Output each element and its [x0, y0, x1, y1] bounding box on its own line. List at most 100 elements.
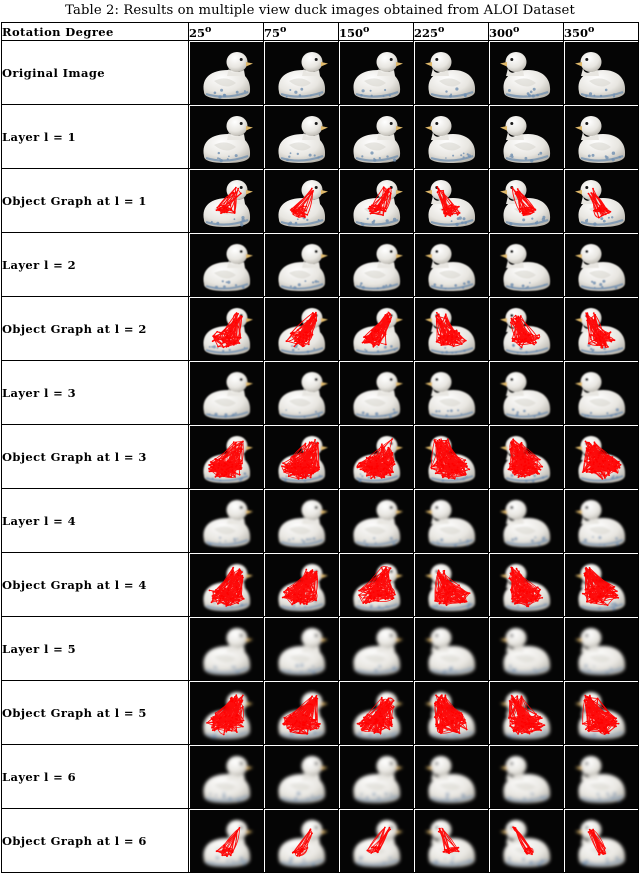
duck-image-cell-r9-c5	[563, 616, 639, 681]
duck-photo-image	[489, 105, 563, 168]
duck-image-cell-r3-c1	[263, 232, 339, 297]
duck-image-cell-r3-c4	[488, 232, 564, 297]
table-head: Rotation Degree 25o 75o 150o 225o 300o 3…	[1, 22, 639, 41]
duck-image-cell-r3-c0	[188, 232, 264, 297]
duck-image-cell-r0-c2	[338, 40, 414, 105]
duck-image-cell-r8-c1	[263, 552, 339, 617]
duck-image-cell-r8-c0	[188, 552, 264, 617]
duck-photo-image	[414, 489, 488, 552]
row-label-2: Object Graph at l = 1	[1, 168, 189, 233]
duck-image-cell-r11-c1	[263, 744, 339, 809]
duck-image-cell-r7-c3	[413, 488, 489, 553]
duck-image-cell-r7-c0	[188, 488, 264, 553]
table-row: Object Graph at l = 3	[1, 424, 639, 489]
duck-image-cell-r7-c5	[563, 488, 639, 553]
object-graph-image	[489, 169, 563, 232]
duck-image-cell-r5-c0	[188, 360, 264, 425]
object-graph-image	[339, 681, 413, 744]
duck-image-cell-r11-c5	[563, 744, 639, 809]
duck-image-cell-r6-c2	[338, 424, 414, 489]
column-header-2: 150o	[338, 22, 414, 41]
duck-image-cell-r3-c5	[563, 232, 639, 297]
duck-photo-image	[489, 233, 563, 296]
duck-image-cell-r1-c2	[338, 104, 414, 169]
table-row: Layer l = 4	[1, 488, 639, 553]
degree-symbol-0: o	[205, 23, 212, 35]
duck-image-cell-r5-c5	[563, 360, 639, 425]
duck-photo-image	[189, 361, 263, 424]
duck-image-cell-r0-c4	[488, 40, 564, 105]
duck-image-cell-r5-c4	[488, 360, 564, 425]
table-row: Layer l = 3	[1, 360, 639, 425]
duck-photo-image	[264, 617, 338, 680]
object-graph-image	[414, 169, 488, 232]
table-row: Original Image	[1, 40, 639, 105]
object-graph-image	[414, 553, 488, 616]
table-row: Object Graph at l = 1	[1, 168, 639, 233]
duck-image-cell-r1-c3	[413, 104, 489, 169]
row-label-10: Object Graph at l = 5	[1, 680, 189, 745]
duck-image-cell-r8-c4	[488, 552, 564, 617]
duck-image-cell-r9-c3	[413, 616, 489, 681]
paper-figure-page: Table 2: Results on multiple view duck i…	[0, 0, 640, 873]
duck-image-cell-r1-c4	[488, 104, 564, 169]
duck-image-cell-r4-c0	[188, 296, 264, 361]
object-graph-image	[189, 169, 263, 232]
object-graph-image	[489, 681, 563, 744]
duck-photo-image	[264, 233, 338, 296]
duck-photo-image	[339, 745, 413, 808]
column-header-label-5: 350	[564, 25, 589, 40]
duck-image-cell-r6-c0	[188, 424, 264, 489]
duck-photo-image	[564, 233, 638, 296]
object-graph-image	[414, 297, 488, 360]
duck-photo-image	[189, 617, 263, 680]
duck-image-cell-r9-c4	[488, 616, 564, 681]
duck-photo-image	[339, 617, 413, 680]
duck-photo-image	[414, 105, 488, 168]
row-label-4: Object Graph at l = 2	[1, 296, 189, 361]
duck-photo-image	[264, 745, 338, 808]
object-graph-image	[264, 681, 338, 744]
duck-photo-image	[339, 41, 413, 104]
object-graph-image	[564, 681, 638, 744]
duck-photo-image	[564, 489, 638, 552]
table-row: Object Graph at l = 2	[1, 296, 639, 361]
duck-photo-image	[189, 745, 263, 808]
degree-symbol-5: o	[588, 23, 595, 35]
table-row: Object Graph at l = 5	[1, 680, 639, 745]
table-row: Layer l = 2	[1, 232, 639, 297]
object-graph-image	[489, 297, 563, 360]
duck-image-cell-r4-c2	[338, 296, 414, 361]
table-body: Original Image Layer l = 1 Object Graph at…	[1, 40, 639, 873]
object-graph-image	[339, 553, 413, 616]
duck-image-cell-r11-c0	[188, 744, 264, 809]
duck-photo-image	[414, 41, 488, 104]
duck-image-cell-r12-c1	[263, 808, 339, 873]
column-header-label-3: 225	[414, 25, 439, 40]
row-label-6: Object Graph at l = 3	[1, 424, 189, 489]
object-graph-image	[189, 297, 263, 360]
degree-symbol-4: o	[513, 23, 520, 35]
duck-photo-image	[564, 41, 638, 104]
object-graph-image	[264, 425, 338, 488]
degree-symbol-3: o	[438, 23, 445, 35]
object-graph-image	[339, 169, 413, 232]
duck-image-cell-r11-c4	[488, 744, 564, 809]
duck-image-cell-r1-c5	[563, 104, 639, 169]
duck-photo-image	[564, 105, 638, 168]
duck-image-cell-r12-c5	[563, 808, 639, 873]
object-graph-image	[264, 553, 338, 616]
duck-photo-image	[339, 233, 413, 296]
duck-image-cell-r0-c0	[188, 40, 264, 105]
duck-image-cell-r2-c3	[413, 168, 489, 233]
column-header-4: 300o	[488, 22, 564, 41]
table-header-row: Rotation Degree 25o 75o 150o 225o 300o 3…	[1, 22, 639, 41]
duck-image-cell-r5-c2	[338, 360, 414, 425]
column-header-label-0: 25	[189, 25, 206, 40]
column-header-5: 350o	[563, 22, 639, 41]
duck-photo-image	[414, 617, 488, 680]
object-graph-image	[564, 425, 638, 488]
duck-image-cell-r6-c5	[563, 424, 639, 489]
duck-image-cell-r6-c3	[413, 424, 489, 489]
duck-photo-image	[339, 105, 413, 168]
